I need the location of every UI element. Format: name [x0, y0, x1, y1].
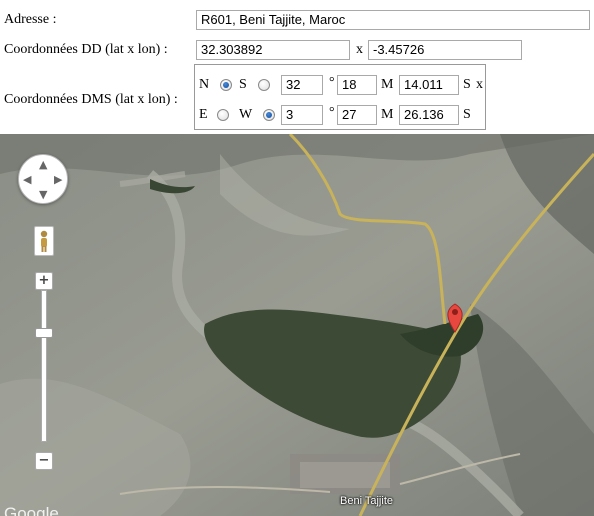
pan-down-icon[interactable]: ▼: [39, 188, 47, 201]
lat-deg-symbol: °: [329, 75, 335, 90]
zoom-in-button[interactable]: +: [35, 272, 53, 290]
lon-sec-input[interactable]: 26.136: [399, 105, 459, 125]
dms-fieldset: N S 32 ° 18 M 14.011 S x E W 3 ° 27 M 26…: [194, 64, 486, 130]
lat-deg-input[interactable]: 32: [281, 75, 323, 95]
lat-min-input[interactable]: 18: [337, 75, 377, 95]
lat-lon-separator: x: [476, 77, 483, 92]
dd-label: Coordonnées DD (lat x lon) :: [4, 42, 168, 57]
zoom-slider-handle[interactable]: [35, 328, 53, 338]
dd-lat-input[interactable]: 32.303892: [196, 40, 350, 60]
zoom-control: + −: [35, 272, 53, 472]
lat-dir-s-label: S: [239, 77, 247, 92]
lat-s-radio[interactable]: [258, 79, 270, 91]
lon-min-symbol: M: [381, 107, 394, 122]
lon-dir-w-label: W: [239, 107, 253, 122]
pan-left-icon[interactable]: ◀: [23, 173, 31, 186]
zoom-out-button[interactable]: −: [35, 452, 53, 470]
zoom-slider-track[interactable]: [41, 290, 47, 442]
pan-right-icon[interactable]: ▶: [54, 173, 62, 186]
street-view-pegman-icon[interactable]: [34, 226, 54, 256]
address-input[interactable]: R601, Beni Tajjite, Maroc: [196, 10, 590, 30]
lon-e-radio[interactable]: [217, 109, 229, 121]
place-label: Beni Tajjite: [340, 495, 393, 507]
lon-w-radio[interactable]: [263, 109, 275, 121]
lon-min-input[interactable]: 27: [337, 105, 377, 125]
address-label: Adresse :: [4, 12, 57, 27]
dd-lon-input[interactable]: -3.45726: [368, 40, 522, 60]
lat-min-symbol: M: [381, 77, 394, 92]
lat-dir-n-label: N: [199, 77, 210, 92]
lat-sec-input[interactable]: 14.011: [399, 75, 459, 95]
pan-up-icon[interactable]: ▲: [39, 158, 47, 171]
dd-separator: x: [356, 42, 363, 57]
satellite-map[interactable]: ▲ ▼ ◀ ▶ + − Beni Tajjite Google: [0, 134, 594, 516]
pan-control[interactable]: ▲ ▼ ◀ ▶: [18, 154, 68, 204]
lon-deg-symbol: °: [329, 105, 335, 120]
lon-deg-input[interactable]: 3: [281, 105, 323, 125]
lon-dir-e-label: E: [199, 107, 208, 122]
map-imagery: [0, 134, 594, 516]
lon-sec-symbol: S: [463, 107, 471, 122]
dms-label: Coordonnées DMS (lat x lon) :: [4, 92, 178, 107]
lat-sec-symbol: S: [463, 77, 471, 92]
lat-n-radio[interactable]: [220, 79, 232, 91]
google-logo[interactable]: Google: [4, 504, 59, 516]
